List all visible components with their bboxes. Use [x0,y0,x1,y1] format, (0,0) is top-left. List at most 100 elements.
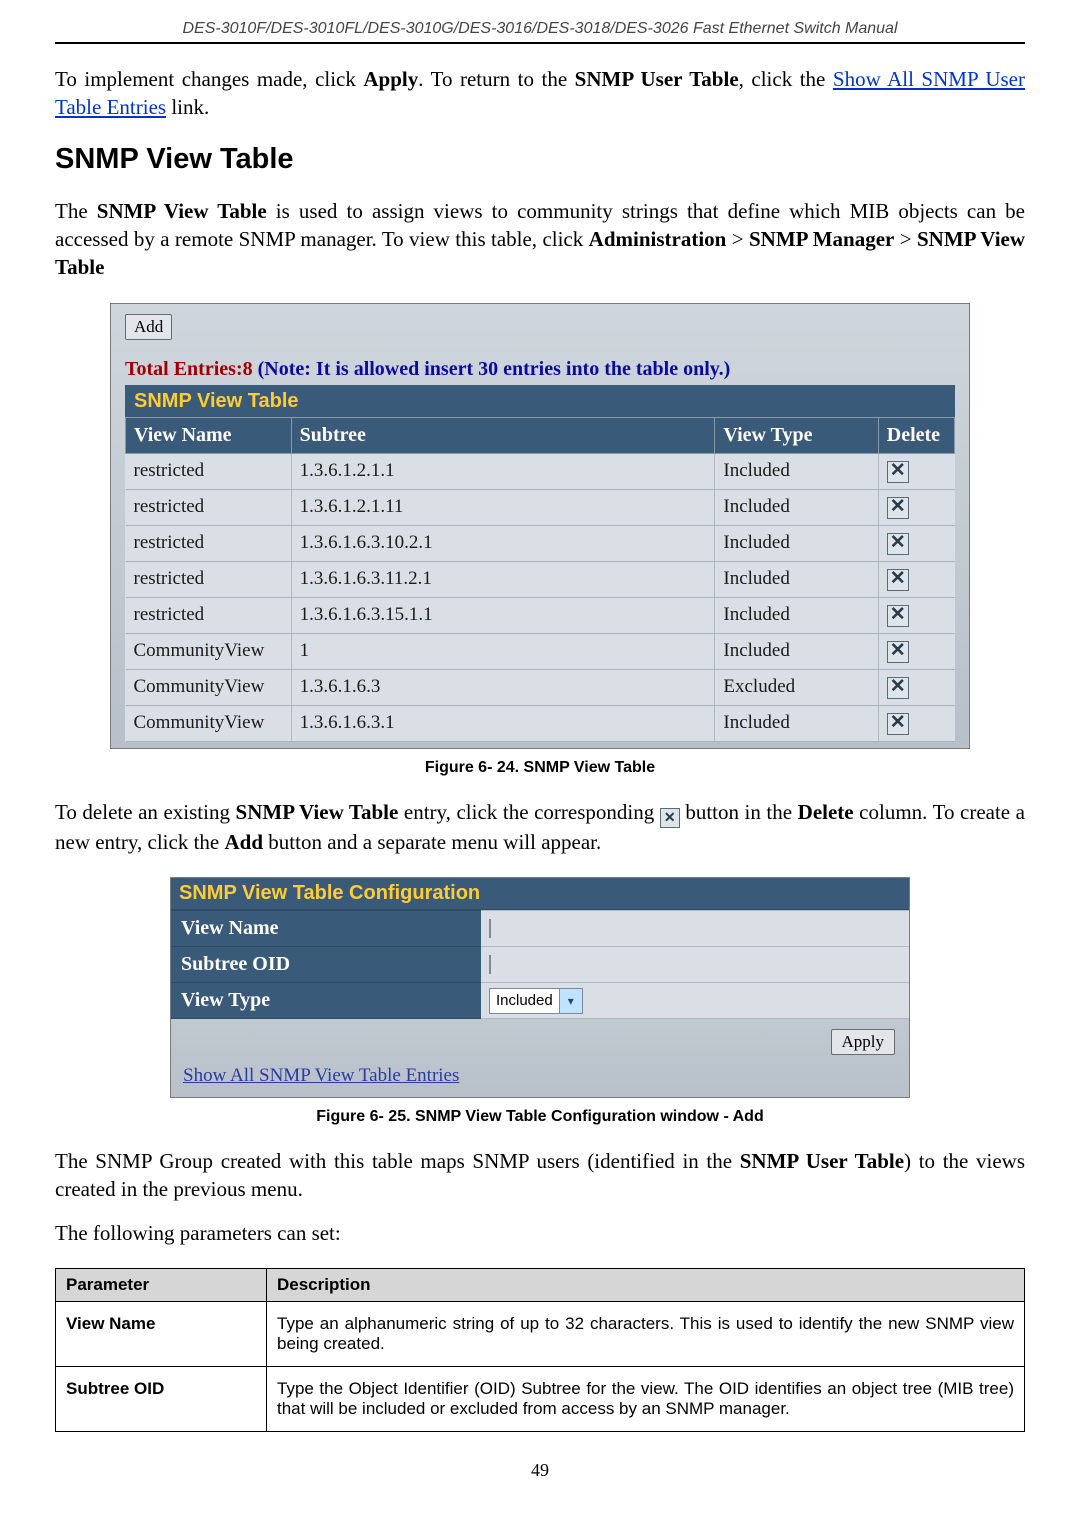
section-title: SNMP View Table [55,143,1025,176]
text: button and a separate menu will appear. [263,830,601,854]
parameter-table: Parameter Description View NameType an a… [55,1268,1025,1432]
cell-view-type: Included [715,453,878,489]
col-view-name: View Name [126,417,292,453]
cell-subtree: 1 [291,633,715,669]
show-all-snmp-view-link[interactable]: Show All SNMP View Table Entries [183,1065,459,1086]
delete-button[interactable]: ✕ [887,461,909,483]
table-row: CommunityView1.3.6.1.6.3.1Included ✕ [126,705,955,741]
cell-view-type: Included [715,705,878,741]
text: SNMP User Table [740,1149,904,1173]
delete-button[interactable]: ✕ [887,569,909,591]
snmp-view-table: View Name Subtree View Type Delete restr… [125,417,955,742]
snmp-view-config-screenshot: SNMP View Table Configuration View Name … [170,877,910,1098]
text: Delete [798,800,854,824]
table-row: View NameType an alphanumeric string of … [56,1302,1025,1367]
total-entries-note: (Note: It is allowed insert 30 entries i… [258,358,731,380]
mid-paragraph: To delete an existing SNMP View Table en… [55,798,1025,856]
delete-button[interactable]: ✕ [887,677,909,699]
cell-view-name: restricted [126,597,292,633]
delete-icon: ✕ [660,808,680,828]
table-row: restricted1.3.6.1.6.3.15.1.1Included ✕ [126,597,955,633]
section-intro: The SNMP View Table is used to assign vi… [55,197,1025,282]
page-header: DES-3010F/DES-3010FL/DES-3010G/DES-3016/… [55,20,1025,44]
delete-button[interactable]: ✕ [887,713,909,735]
text: link. [166,95,209,119]
text: To implement changes made, click [55,67,363,91]
view-type-select[interactable]: Included ▾ [489,988,583,1014]
text: SNMP View Table [236,800,399,824]
table-row: Subtree OIDType the Object Identifier (O… [56,1367,1025,1432]
table-row: CommunityView1.3.6.1.6.3Excluded ✕ [126,669,955,705]
cell-view-name: restricted [126,489,292,525]
text: The SNMP Group created with this table m… [55,1149,740,1173]
table-row: restricted1.3.6.1.6.3.11.2.1Included✕ [126,561,955,597]
text: button in the [680,800,798,824]
view-name-input[interactable] [489,919,491,938]
config-title: SNMP View Table Configuration [171,878,909,910]
param-desc: Type the Object Identifier (OID) Subtree… [267,1367,1025,1432]
param-desc: Type an alphanumeric string of up to 32 … [267,1302,1025,1367]
chevron-down-icon: ▾ [559,989,582,1013]
intro-paragraph: To implement changes made, click Apply. … [55,65,1025,122]
cell-subtree: 1.3.6.1.6.3.15.1.1 [291,597,715,633]
snmp-view-table-title: SNMP View Table [125,385,955,417]
text: > [726,227,749,251]
cell-view-name: CommunityView [126,633,292,669]
text: Administration [589,227,727,251]
cell-subtree: 1.3.6.1.6.3.10.2.1 [291,525,715,561]
col-delete: Delete [878,417,954,453]
after-fig2-p2: The following parameters can set: [55,1219,1025,1247]
delete-button[interactable]: ✕ [887,497,909,519]
cell-subtree: 1.3.6.1.2.1.1 [291,453,715,489]
delete-button[interactable]: ✕ [887,605,909,627]
snmp-user-table-word: SNMP User Table [575,67,739,91]
page-number: 49 [55,1460,1025,1481]
text: , click the [739,67,833,91]
apply-button[interactable]: Apply [831,1029,896,1055]
param-name: Subtree OID [56,1367,267,1432]
cell-view-name: CommunityView [126,669,292,705]
table-row: restricted1.3.6.1.2.1.1Included ✕ [126,453,955,489]
apply-word: Apply [363,67,418,91]
table-row: restricted1.3.6.1.6.3.10.2.1Included ✕ [126,525,955,561]
view-type-value: Included [490,992,559,1009]
cell-view-type: Included [715,597,878,633]
cell-subtree: 1.3.6.1.6.3.11.2.1 [291,561,715,597]
cfg-viewtype-label: View Type [171,983,481,1019]
cfg-viewname-label: View Name [171,911,481,947]
cell-view-name: restricted [126,561,292,597]
text: To delete an existing [55,800,236,824]
delete-button[interactable]: ✕ [887,533,909,555]
table-row: restricted1.3.6.1.2.1.11Included ✕ [126,489,955,525]
cell-view-type: Excluded [715,669,878,705]
cell-view-name: restricted [126,525,292,561]
subtree-oid-input[interactable] [489,955,491,974]
total-entries-label: Total Entries:8 [125,358,258,380]
after-fig2-p1: The SNMP Group created with this table m… [55,1147,1025,1204]
cfg-subtree-label: Subtree OID [171,947,481,983]
figure-caption-1: Figure 6- 24. SNMP View Table [55,759,1025,777]
delete-button[interactable]: ✕ [887,641,909,663]
cell-subtree: 1.3.6.1.2.1.11 [291,489,715,525]
text: > [894,227,917,251]
cell-view-type: Included [715,489,878,525]
text: The [55,199,97,223]
text: SNMP View Table [97,199,267,223]
table-row: CommunityView1Included ✕ [126,633,955,669]
cell-subtree: 1.3.6.1.6.3 [291,669,715,705]
param-header-description: Description [267,1269,1025,1302]
cell-view-name: restricted [126,453,292,489]
text: entry, click the corresponding [398,800,659,824]
text: . To return to the [418,67,574,91]
text: Add [225,830,264,854]
add-button[interactable]: Add [125,314,172,340]
cell-subtree: 1.3.6.1.6.3.1 [291,705,715,741]
cell-view-type: Included [715,525,878,561]
param-name: View Name [56,1302,267,1367]
figure-caption-2: Figure 6- 25. SNMP View Table Configurat… [55,1108,1025,1126]
param-header-parameter: Parameter [56,1269,267,1302]
cell-view-type: Included [715,633,878,669]
text: SNMP Manager [749,227,894,251]
cell-view-name: CommunityView [126,705,292,741]
snmp-view-table-screenshot: Add Total Entries:8 (Note: It is allowed… [110,303,970,749]
